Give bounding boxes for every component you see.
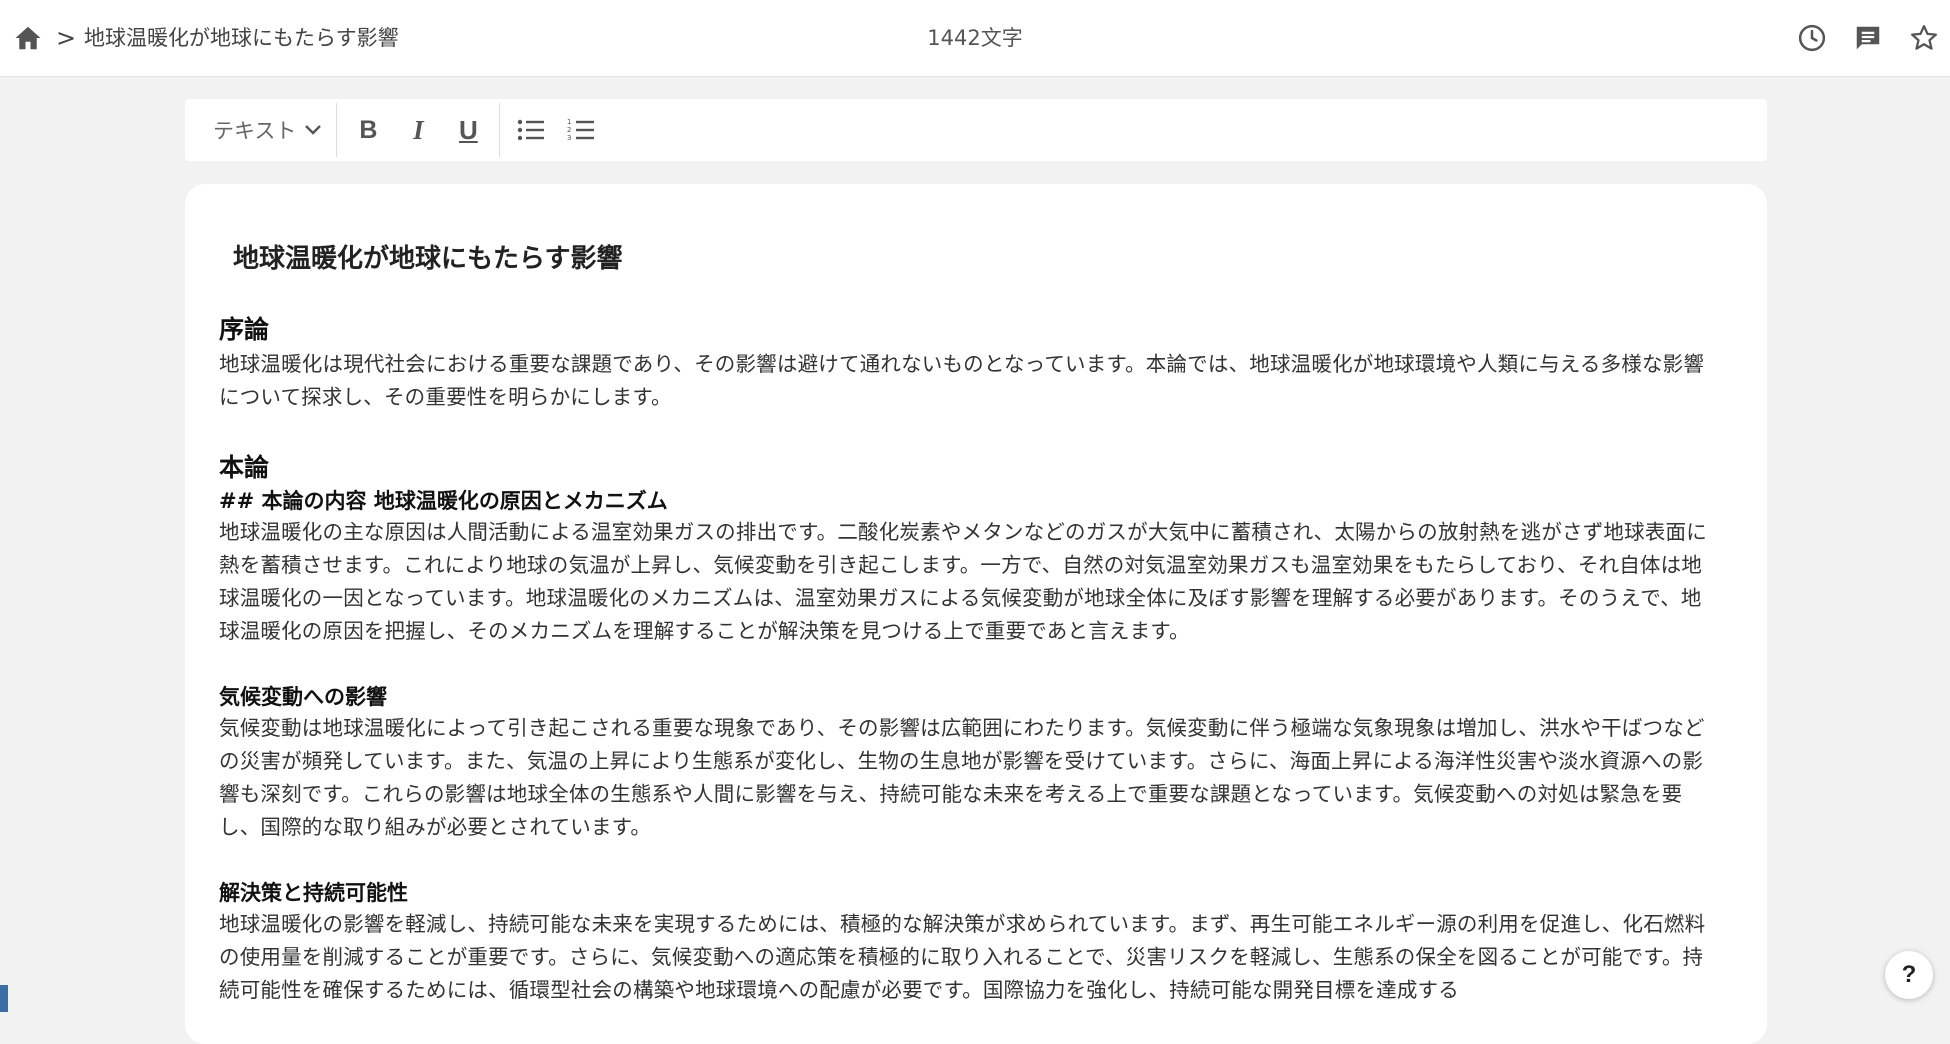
bullet-list-icon[interactable] <box>506 105 556 155</box>
document-title: 地球温暖化が地球にもたらす影響 <box>233 244 623 274</box>
home-icon[interactable] <box>10 22 46 54</box>
text-format-group: B I U <box>337 105 499 155</box>
bold-button[interactable]: B <box>343 105 393 155</box>
text-style-label: テキスト <box>213 119 297 143</box>
formatting-toolbar: テキスト B I U 123 <box>185 99 1767 161</box>
paragraph: 地球温暖化は現代社会における重要な課題であり、その影響は避けて通れないものとなっ… <box>219 352 1705 409</box>
paragraph: 地球温暖化の主な原因は人間活動による温室効果ガスの排出です。二酸化炭素やメタンな… <box>219 520 1707 643</box>
document-editor[interactable]: 地球温暖化が地球にもたらす影響 序論 地球温暖化は現代社会における重要な課題であ… <box>185 184 1767 1044</box>
text-style-select[interactable]: テキスト <box>185 103 336 157</box>
section-heading: 本論 <box>219 453 270 482</box>
list-format-group: 123 <box>500 105 612 155</box>
paragraph: 気候変動は地球温暖化によって引き起こされる重要な現象であり、その影響は広範囲にわ… <box>219 716 1705 839</box>
paragraph: 地球温暖化の影響を軽減し、持続可能な未来を実現するためには、積極的な解決策が求め… <box>219 912 1706 1002</box>
breadcrumb-separator: > <box>56 24 77 52</box>
subsection-heading: 気候変動への影響 <box>219 685 387 709</box>
comment-icon[interactable] <box>1850 18 1886 58</box>
subsection-heading: ## 本論の内容 地球温暖化の原因とメカニズム <box>219 489 668 513</box>
window-edge <box>0 985 8 1012</box>
numbered-list-icon[interactable]: 123 <box>556 105 606 155</box>
header-actions <box>1794 18 1942 58</box>
chevron-down-icon <box>304 124 322 136</box>
section-heading: 序論 <box>219 315 270 344</box>
italic-button[interactable]: I <box>393 105 443 155</box>
top-bar: > 地球温暖化が地球にもたらす影響 1442文字 <box>0 0 1950 77</box>
svg-text:2: 2 <box>567 126 571 134</box>
svg-text:1: 1 <box>567 118 571 126</box>
breadcrumb-document-title[interactable]: 地球温暖化が地球にもたらす影響 <box>84 20 399 56</box>
star-icon[interactable] <box>1906 18 1942 58</box>
underline-button[interactable]: U <box>443 105 493 155</box>
subsection-heading: 解決策と持続可能性 <box>219 881 408 905</box>
history-icon[interactable] <box>1794 18 1830 58</box>
svg-text:3: 3 <box>567 134 571 142</box>
help-button[interactable]: ? <box>1885 951 1933 999</box>
